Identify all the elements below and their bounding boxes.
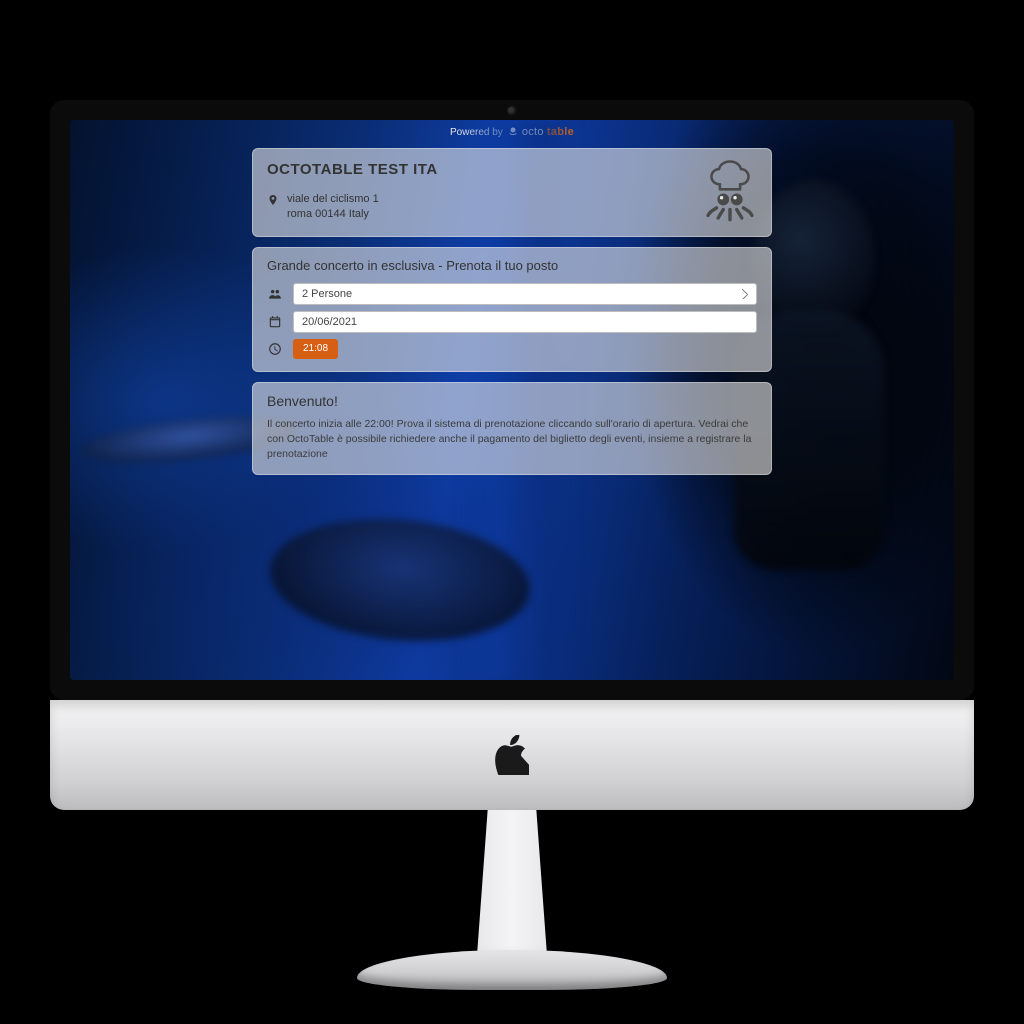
octotable-chef-icon [703,159,757,223]
imac-stand-neck [457,808,567,958]
people-value: 2 Persone [302,288,352,300]
people-select[interactable]: 2 Persone [293,283,757,305]
date-input[interactable]: 20/06/2021 [293,311,757,333]
time-chip[interactable]: 21:08 [293,339,338,359]
address-text: viale del ciclismo 1 roma 00144 Italy [287,192,379,222]
imac-chin [50,700,974,810]
screen: Powered by octotable OCTOTABLE TEST ITA … [70,120,954,680]
people-icon [267,287,283,301]
time-value: 21:08 [303,343,328,354]
bg-drummer-head [754,180,874,330]
welcome-title: Benvenuto! [267,393,757,409]
restaurant-header-panel: OCTOTABLE TEST ITA viale del ciclismo 1 … [252,148,772,237]
calendar-icon [267,315,283,329]
map-pin-icon [267,193,279,207]
date-row: 20/06/2021 [267,311,757,333]
clock-icon [267,342,283,356]
people-row: 2 Persone [267,283,757,305]
booking-panel: Grande concerto in esclusiva - Prenota i… [252,247,772,372]
booking-title: Grande concerto in esclusiva - Prenota i… [267,258,757,273]
welcome-panel: Benvenuto! Il concerto inizia alle 22:00… [252,382,772,476]
date-value: 20/06/2021 [302,316,357,328]
imac-stand-foot [357,950,667,990]
imac-frame: Powered by octotable OCTOTABLE TEST ITA … [50,100,974,900]
welcome-body: Il concerto inizia alle 22:00! Prova il … [267,417,757,463]
address-line2: roma 00144 Italy [287,207,379,222]
restaurant-address: viale del ciclismo 1 roma 00144 Italy [267,192,757,222]
imac-bezel: Powered by octotable OCTOTABLE TEST ITA … [50,100,974,700]
camera-icon [507,106,517,116]
address-line1: viale del ciclismo 1 [287,192,379,207]
restaurant-title: OCTOTABLE TEST ITA [267,161,757,178]
time-row: 21:08 [267,339,757,359]
apple-logo-icon [495,735,529,775]
